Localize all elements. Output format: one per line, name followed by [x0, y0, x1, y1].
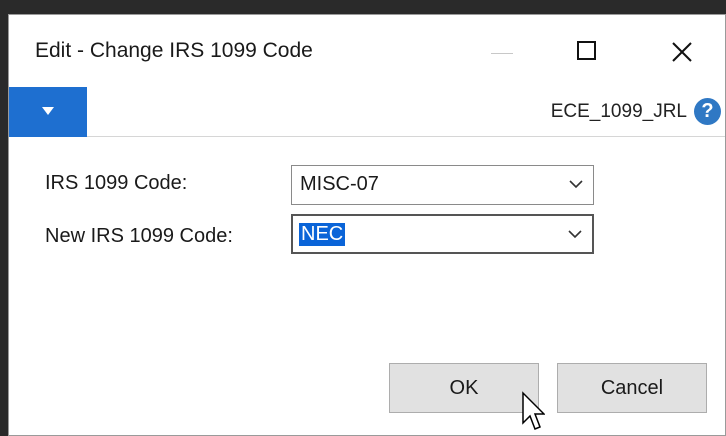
chevron-down-icon: [42, 107, 54, 115]
window-title: Edit - Change IRS 1099 Code: [35, 39, 313, 62]
chevron-down-icon: [569, 180, 583, 189]
close-button[interactable]: [657, 29, 713, 73]
new-irs-code-select[interactable]: NEC: [291, 214, 594, 254]
irs-code-select[interactable]: MISC-07: [291, 165, 594, 205]
dialog-window: Edit - Change IRS 1099 Code ECE_1099_JRL…: [8, 14, 726, 436]
cancel-button[interactable]: Cancel: [557, 363, 707, 413]
maximize-button[interactable]: [565, 29, 621, 73]
ok-button[interactable]: OK: [389, 363, 539, 413]
chevron-down-icon: [568, 230, 582, 239]
new-irs-code-value: NEC: [299, 223, 346, 246]
irs-code-value: MISC-07: [300, 173, 379, 195]
irs-code-label: IRS 1099 Code:: [45, 172, 188, 194]
mouse-cursor-icon: [522, 391, 545, 430]
title-bar: Edit - Change IRS 1099 Code: [9, 15, 725, 87]
ribbon-bar: ECE_1099_JRL ?: [9, 87, 725, 137]
new-irs-code-label: New IRS 1099 Code:: [45, 225, 233, 247]
minimize-icon: [491, 53, 513, 54]
ribbon-toggle-button[interactable]: [9, 87, 87, 137]
company-name: ECE_1099_JRL: [550, 101, 687, 122]
close-icon: [672, 42, 692, 62]
maximize-icon: [577, 41, 596, 60]
minimize-button[interactable]: [469, 29, 525, 73]
help-icon[interactable]: ?: [694, 98, 721, 125]
